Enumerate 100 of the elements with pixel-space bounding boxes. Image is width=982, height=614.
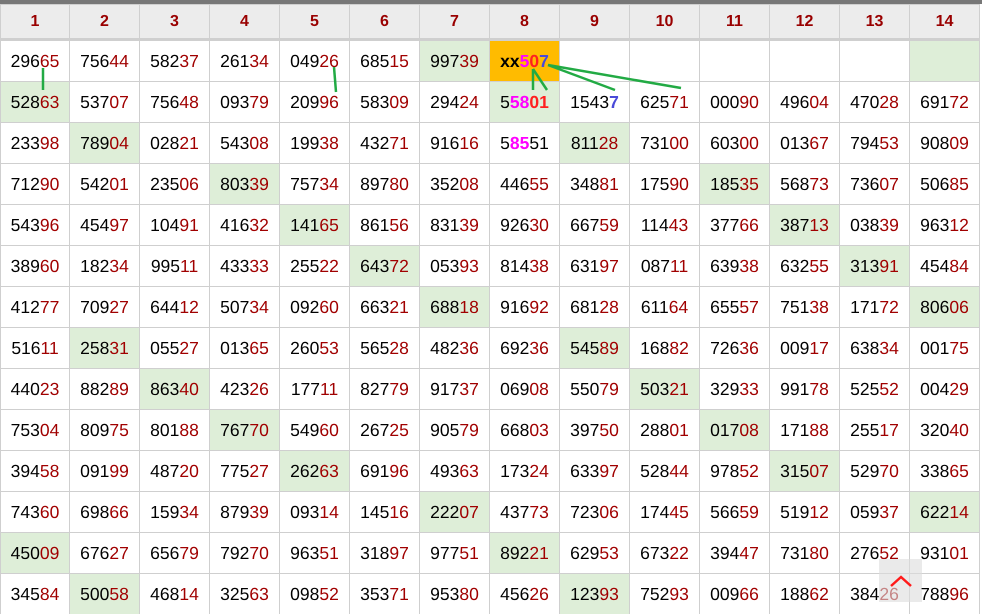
column-header: 12 bbox=[770, 4, 840, 40]
column-header: 4 bbox=[210, 4, 280, 40]
scroll-top-button[interactable] bbox=[879, 559, 922, 602]
number-cell: 50685 bbox=[910, 164, 980, 204]
number-cell: 66759 bbox=[560, 204, 630, 246]
number-cell: 45497 bbox=[70, 204, 140, 246]
number-cell: 09852 bbox=[280, 574, 350, 614]
number-cell: 48236 bbox=[420, 328, 490, 368]
number-cell: 23506 bbox=[140, 164, 210, 204]
number-cell: 17324 bbox=[490, 450, 560, 492]
number-cell: 26263 bbox=[280, 450, 350, 492]
number-cell: 58237 bbox=[140, 40, 210, 82]
number-cell: 44655 bbox=[490, 164, 560, 204]
number-cell: 33865 bbox=[910, 450, 980, 492]
number-cell: 48720 bbox=[140, 450, 210, 492]
number-cell: 39447 bbox=[700, 532, 770, 574]
number-cell: 32563 bbox=[210, 574, 280, 614]
number-cell: 78904 bbox=[70, 122, 140, 164]
number-cell: 64412 bbox=[140, 286, 210, 328]
number-cell: 09199 bbox=[70, 450, 140, 492]
number-cell: 63197 bbox=[560, 246, 630, 286]
caret-up-icon bbox=[888, 574, 912, 588]
number-cell: 68128 bbox=[560, 286, 630, 328]
number-cell: 02821 bbox=[140, 122, 210, 164]
number-cell: 99178 bbox=[770, 368, 840, 410]
number-cell: 82779 bbox=[350, 368, 420, 410]
number-cell: 11443 bbox=[630, 204, 700, 246]
number-cell: 92630 bbox=[490, 204, 560, 246]
number-cell: 81128 bbox=[560, 122, 630, 164]
number-cell: 91737 bbox=[420, 368, 490, 410]
number-cell: 51912 bbox=[770, 492, 840, 532]
number-cell: 28801 bbox=[630, 410, 700, 450]
number-cell: 43333 bbox=[210, 246, 280, 286]
number-cell: 86340 bbox=[140, 368, 210, 410]
number-cell: 43773 bbox=[490, 492, 560, 532]
number-cell: 54960 bbox=[280, 410, 350, 450]
number-cell: 35208 bbox=[420, 164, 490, 204]
number-cell: 17188 bbox=[770, 410, 840, 450]
number-cell: 54201 bbox=[70, 164, 140, 204]
number-cell: 69866 bbox=[70, 492, 140, 532]
connector-line bbox=[332, 66, 338, 92]
number-cell: 15437 bbox=[560, 82, 630, 122]
number-cell: 51611 bbox=[0, 328, 70, 368]
number-cell: 56659 bbox=[700, 492, 770, 532]
number-cell: 32040 bbox=[910, 410, 980, 450]
number-cell: 96351 bbox=[280, 532, 350, 574]
number-cell: 14165 bbox=[280, 204, 350, 246]
number-cell: 10491 bbox=[140, 204, 210, 246]
number-cell: 37766 bbox=[700, 204, 770, 246]
number-cell: 18234 bbox=[70, 246, 140, 286]
number-cell: 17590 bbox=[630, 164, 700, 204]
number-cell: 77527 bbox=[210, 450, 280, 492]
number-cell: 71290 bbox=[0, 164, 70, 204]
number-cell: 12393 bbox=[560, 574, 630, 614]
number-cell: 89780 bbox=[350, 164, 420, 204]
number-cell: 79453 bbox=[840, 122, 910, 164]
number-cell: 80339 bbox=[210, 164, 280, 204]
number-cell: 05393 bbox=[420, 246, 490, 286]
column-header: 3 bbox=[140, 4, 210, 40]
number-cell: 61164 bbox=[630, 286, 700, 328]
number-cell: 52552 bbox=[840, 368, 910, 410]
number-cell: 96312 bbox=[910, 204, 980, 246]
number-cell: 09379 bbox=[210, 82, 280, 122]
number-cell: 75648 bbox=[140, 82, 210, 122]
number-cell: 62953 bbox=[560, 532, 630, 574]
number-cell: 39458 bbox=[0, 450, 70, 492]
number-cell: 99511 bbox=[140, 246, 210, 286]
number-cell: 83139 bbox=[420, 204, 490, 246]
number-cell: 06908 bbox=[490, 368, 560, 410]
number-cell: 67627 bbox=[70, 532, 140, 574]
number-cell: 17445 bbox=[630, 492, 700, 532]
number-cell: 62571 bbox=[630, 82, 700, 122]
number-cell: 54308 bbox=[210, 122, 280, 164]
number-cell: 50321 bbox=[630, 368, 700, 410]
number-cell: 69196 bbox=[350, 450, 420, 492]
number-cell: 68515 bbox=[350, 40, 420, 82]
number-cell: 54396 bbox=[0, 204, 70, 246]
number-cell: 65679 bbox=[140, 532, 210, 574]
number-cell: 60300 bbox=[700, 122, 770, 164]
number-cell: 34584 bbox=[0, 574, 70, 614]
column-header: 11 bbox=[700, 4, 770, 40]
column-header: 5 bbox=[280, 4, 350, 40]
number-cell: 80188 bbox=[140, 410, 210, 450]
number-cell: 69172 bbox=[910, 82, 980, 122]
number-cell: 53707 bbox=[70, 82, 140, 122]
number-cell: 91692 bbox=[490, 286, 560, 328]
number-cell: 08711 bbox=[630, 246, 700, 286]
number-cell: 66321 bbox=[350, 286, 420, 328]
number-cell: 63834 bbox=[840, 328, 910, 368]
number-cell: 09260 bbox=[280, 286, 350, 328]
number-cell: 19938 bbox=[280, 122, 350, 164]
number-cell: 17172 bbox=[840, 286, 910, 328]
number-cell: 63255 bbox=[770, 246, 840, 286]
number-cell: 39750 bbox=[560, 410, 630, 450]
number-cell: 27652 bbox=[840, 532, 910, 574]
number-cell: 90579 bbox=[420, 410, 490, 450]
number-cell: 75304 bbox=[0, 410, 70, 450]
number-cell: 35371 bbox=[350, 574, 420, 614]
number-cell: 38713 bbox=[770, 204, 840, 246]
number-cell: 80606 bbox=[910, 286, 980, 328]
